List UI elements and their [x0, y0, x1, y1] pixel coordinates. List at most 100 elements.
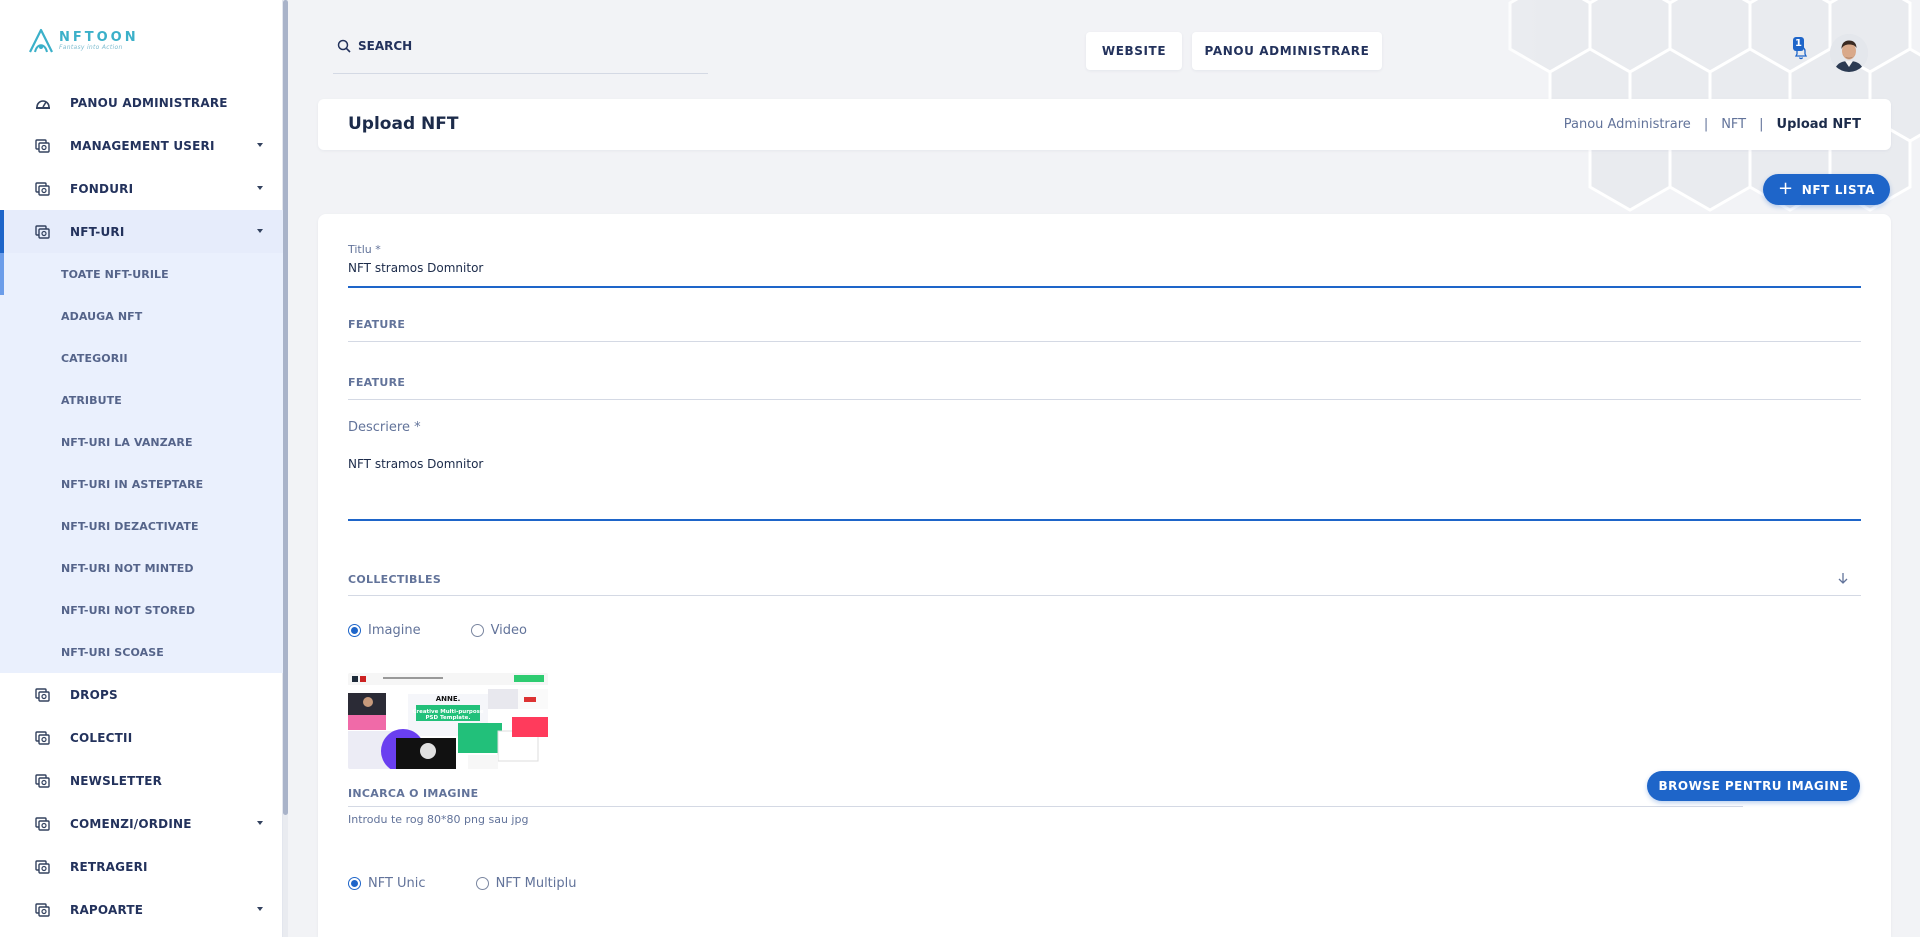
- sidebar-item-comenzi-ordine[interactable]: COMENZI/ORDINE: [0, 802, 283, 845]
- layers-icon: [35, 730, 50, 745]
- sidebar-subitem-dezactivate[interactable]: NFT-URI DEZACTIVATE: [0, 505, 283, 547]
- sidebar-item-label: RETRAGERI: [70, 859, 148, 874]
- sidebar-subitem-adauga-nft[interactable]: ADAUGA NFT: [0, 295, 283, 337]
- breadcrumb-item-nft[interactable]: NFT: [1721, 117, 1746, 132]
- media-type-radio-group: Imagine Video: [348, 623, 577, 638]
- layers-icon: [35, 816, 50, 831]
- page-title: Upload NFT: [348, 114, 459, 134]
- descriere-value[interactable]: NFT stramos Domnitor: [348, 457, 1861, 471]
- feature-label: FEATURE: [348, 376, 406, 389]
- chevron-down-icon: [257, 229, 263, 233]
- layers-icon: [35, 138, 50, 153]
- sidebar-subitem-label: NFT-URI NOT STORED: [61, 603, 196, 617]
- breadcrumb-item-current: Upload NFT: [1776, 117, 1861, 132]
- sidebar-item-colectii[interactable]: COLECTII: [0, 716, 283, 759]
- layers-icon: [35, 859, 50, 874]
- sidebar-subitem-not-stored[interactable]: NFT-URI NOT STORED: [0, 589, 283, 631]
- brand-tagline: Fantasy into Action: [59, 44, 123, 51]
- upload-image-field[interactable]: INCARCA O IMAGINE: [348, 787, 1743, 807]
- breadcrumb-item-panou[interactable]: Panou Administrare: [1564, 117, 1691, 132]
- radio-selected-icon[interactable]: [348, 624, 361, 637]
- feature-underline: [348, 399, 1861, 400]
- sidebar-item-label: RAPOARTE: [70, 902, 144, 917]
- sidebar-item-label: MANAGEMENT USERI: [70, 138, 215, 153]
- layers-icon: [35, 902, 50, 917]
- breadcrumb-separator: |: [1759, 117, 1764, 132]
- sidebar-menu: PANOU ADMINISTRARE MANAGEMENT USERI FOND…: [0, 81, 283, 931]
- browse-image-button[interactable]: BROWSE PENTRU IMAGINE: [1647, 771, 1860, 801]
- thumbnail-text: ANNE.: [436, 695, 461, 703]
- nft-lista-label: NFT LISTA: [1801, 182, 1875, 197]
- radio-nft-unic[interactable]: NFT Unic: [348, 876, 426, 891]
- sidebar-subitem-in-asteptare[interactable]: NFT-URI IN ASTEPTARE: [0, 463, 283, 505]
- plus-icon: +: [1778, 178, 1794, 199]
- radio-label: Video: [490, 623, 528, 638]
- sidebar-item-management-useri[interactable]: MANAGEMENT USERI: [0, 124, 283, 167]
- user-avatar-icon: [1830, 34, 1868, 72]
- upload-underline: [348, 806, 1743, 807]
- website-button[interactable]: WEBSITE: [1086, 32, 1182, 70]
- sidebar-item-newsletter[interactable]: NEWSLETTER: [0, 759, 283, 802]
- sidebar-item-label: DROPS: [70, 687, 118, 702]
- nft-type-radio-group: NFT Unic NFT Multiplu: [348, 876, 627, 891]
- radio-label: NFT Multiplu: [495, 876, 577, 891]
- brand-name: NFTOON: [59, 30, 139, 45]
- sidebar-item-drops[interactable]: DROPS: [0, 673, 283, 716]
- search-bar[interactable]: [333, 34, 708, 74]
- sidebar-item-retrageri[interactable]: RETRAGERI: [0, 845, 283, 888]
- avatar[interactable]: [1830, 34, 1868, 72]
- sidebar-subitem-atribute[interactable]: ATRIBUTE: [0, 379, 283, 421]
- sidebar-item-label: COLECTII: [70, 730, 133, 745]
- sidebar-subitem-not-minted[interactable]: NFT-URI NOT MINTED: [0, 547, 283, 589]
- sidebar-subitem-label: NFT-URI IN ASTEPTARE: [61, 477, 204, 491]
- radio-video[interactable]: Video: [470, 623, 528, 638]
- descriere-underline: [348, 519, 1861, 521]
- sidebar: NFTOON Fantasy into Action PANOU ADMINIS…: [0, 0, 283, 937]
- sidebar-subitem-label: NFT-URI SCOASE: [61, 645, 164, 659]
- chevron-down-icon: [257, 907, 263, 911]
- sidebar-scrollbar-thumb[interactable]: [283, 0, 288, 815]
- sidebar-subitem-categorii[interactable]: CATEGORII: [0, 337, 283, 379]
- sidebar-item-nft-uri[interactable]: NFT-URI: [0, 210, 283, 253]
- feature-field-2[interactable]: FEATURE: [348, 376, 1861, 400]
- thumbnail-text: PSD Template.: [426, 715, 471, 721]
- titlu-field[interactable]: Titlu * NFT stramos Domnitor: [348, 243, 1861, 288]
- upload-hint: Introdu te rog 80*80 png sau jpg: [348, 813, 529, 826]
- radio-unselected-icon[interactable]: [475, 877, 489, 890]
- descriere-label: Descriere *: [348, 420, 421, 435]
- radio-selected-icon[interactable]: [348, 877, 361, 890]
- nft-submenu: TOATE NFT-URILE ADAUGA NFT CATEGORII ATR…: [0, 253, 283, 673]
- feature-field-1[interactable]: FEATURE: [348, 318, 1861, 342]
- panou-administrare-button[interactable]: PANOU ADMINISTRARE: [1192, 32, 1382, 70]
- titlu-value[interactable]: NFT stramos Domnitor: [348, 261, 1861, 275]
- upload-form-card: Titlu * NFT stramos Domnitor FEATURE FEA…: [318, 214, 1891, 937]
- sidebar-item-rapoarte[interactable]: RAPOARTE: [0, 888, 283, 931]
- notification-badge: 1: [1793, 37, 1804, 51]
- descriere-field[interactable]: Descriere * NFT stramos Domnitor: [348, 420, 1861, 521]
- uploaded-image-preview: ANNE. Creative Multi-purpose PSD Templat…: [348, 673, 548, 769]
- logo[interactable]: NFTOON Fantasy into Action: [27, 26, 139, 56]
- radio-nft-multiplu[interactable]: NFT Multiplu: [475, 876, 577, 891]
- page-header: Upload NFT Panou Administrare | NFT | Up…: [318, 99, 1891, 150]
- nft-lista-button[interactable]: + NFT LISTA: [1763, 174, 1890, 205]
- radio-imagine[interactable]: Imagine: [348, 623, 421, 638]
- sidebar-subitem-label: NFT-URI NOT MINTED: [61, 561, 194, 575]
- chevron-down-icon: [257, 143, 263, 147]
- sidebar-subitem-toate-nft-urile[interactable]: TOATE NFT-URILE: [0, 253, 283, 295]
- sidebar-subitem-scoase[interactable]: NFT-URI SCOASE: [0, 631, 283, 673]
- sidebar-item-fonduri[interactable]: FONDURI: [0, 167, 283, 210]
- radio-unselected-icon[interactable]: [470, 624, 484, 637]
- sidebar-subitem-label: TOATE NFT-URILE: [61, 267, 169, 281]
- sidebar-subitem-la-vanzare[interactable]: NFT-URI LA VANZARE: [0, 421, 283, 463]
- collectibles-label: COLLECTIBLES: [348, 573, 442, 586]
- sidebar-item-label: COMENZI/ORDINE: [70, 816, 192, 831]
- feature-underline: [348, 341, 1861, 342]
- layers-icon: [35, 687, 50, 702]
- chevron-down-icon: [257, 821, 263, 825]
- collectibles-select[interactable]: COLLECTIBLES: [348, 573, 1861, 596]
- upload-hint-wrap: Introdu te rog 80*80 png sau jpg: [348, 813, 1861, 826]
- sidebar-item-panou-administrare[interactable]: PANOU ADMINISTRARE: [0, 81, 283, 124]
- search-input[interactable]: [358, 39, 698, 53]
- sidebar-scrollbar[interactable]: [283, 0, 288, 937]
- radio-label: Imagine: [368, 623, 421, 638]
